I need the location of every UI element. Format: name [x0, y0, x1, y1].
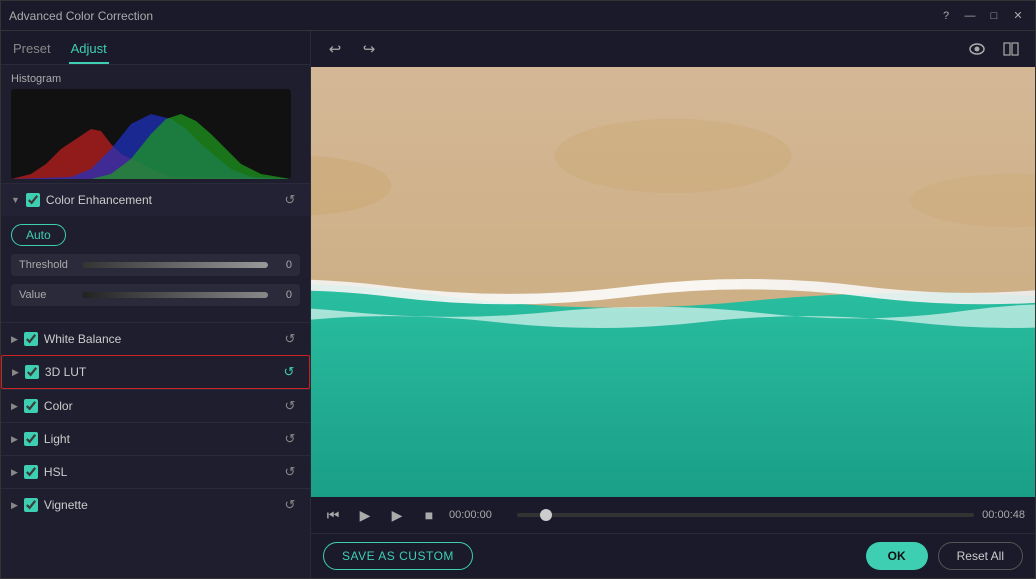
chevron-right-vignette-icon: ▶ — [11, 500, 18, 511]
progress-thumb[interactable] — [540, 509, 552, 521]
end-time: 00:00:48 — [982, 509, 1025, 521]
main-content: Preset Adjust Histogram — [1, 31, 1035, 578]
3d-lut-checkbox[interactable] — [25, 365, 39, 379]
step-back-button[interactable]: ⏮ — [321, 503, 345, 527]
close-button[interactable]: ✕ — [1009, 7, 1027, 25]
current-time: 00:00:00 — [449, 509, 509, 521]
ok-button[interactable]: OK — [866, 542, 928, 570]
playback-bar: ⏮ ▶ ▶ ■ 00:00:00 00:00:48 — [311, 497, 1035, 533]
tab-preset[interactable]: Preset — [11, 37, 53, 64]
threshold-slider-container: Threshold 0 — [11, 254, 300, 276]
minimize-button[interactable]: — — [961, 7, 979, 25]
histogram-section: Histogram — [1, 65, 310, 183]
video-toolbar: ↩ ↪ — [311, 31, 1035, 67]
beach-scene-svg — [311, 67, 1035, 497]
value-slider-container: Value 0 — [11, 284, 300, 306]
chevron-right-color-icon: ▶ — [11, 401, 18, 412]
video-preview-area — [311, 67, 1035, 497]
white-balance-label: White Balance — [44, 332, 121, 346]
window-title: Advanced Color Correction — [9, 9, 153, 23]
tab-adjust[interactable]: Adjust — [69, 37, 109, 64]
view-controls-group — [963, 35, 1025, 63]
compare-icon — [1003, 42, 1019, 56]
color-enhancement-left: ▼ Color Enhancement — [11, 193, 152, 207]
histogram-canvas — [11, 89, 291, 179]
light-left: ▶ Light — [11, 432, 70, 446]
bottom-right-buttons: OK Reset All — [866, 542, 1023, 570]
eye-button[interactable] — [963, 35, 991, 63]
color-enhancement-header[interactable]: ▼ Color Enhancement ↺ — [1, 183, 310, 216]
hsl-label: HSL — [44, 465, 67, 479]
sidebar-item-white-balance[interactable]: ▶ White Balance ↺ — [1, 322, 310, 355]
undo-redo-group: ↩ ↪ — [321, 35, 383, 63]
titlebar: Advanced Color Correction ? — □ ✕ — [1, 1, 1035, 31]
value-display: 0 — [276, 289, 292, 301]
panel-scroll[interactable]: Histogram ▼ — [1, 65, 310, 578]
light-label: Light — [44, 432, 70, 446]
color-label: Color — [44, 399, 73, 413]
3d-lut-left: ▶ 3D LUT — [12, 365, 86, 379]
undo-button[interactable]: ↩ — [321, 35, 349, 63]
compare-button[interactable] — [997, 35, 1025, 63]
progress-track[interactable] — [517, 513, 974, 517]
value-slider-row: Value 0 — [11, 284, 300, 306]
help-button[interactable]: ? — [937, 7, 955, 25]
hsl-checkbox[interactable] — [24, 465, 38, 479]
3d-lut-label: 3D LUT — [45, 365, 86, 379]
sidebar-item-hsl[interactable]: ▶ HSL ↺ — [1, 455, 310, 488]
threshold-slider-row: Threshold 0 — [11, 254, 300, 276]
color-enhancement-checkbox[interactable] — [26, 193, 40, 207]
chevron-right-light-icon: ▶ — [11, 434, 18, 445]
stop-button[interactable]: ■ — [417, 503, 441, 527]
sidebar-item-3d-lut[interactable]: ▶ 3D LUT ↺ — [1, 355, 310, 389]
histogram-label: Histogram — [11, 73, 300, 85]
value-label: Value — [19, 289, 74, 301]
color-enhancement-reset-button[interactable]: ↺ — [280, 190, 300, 210]
color-left: ▶ Color — [11, 399, 73, 413]
threshold-value: 0 — [276, 259, 292, 271]
white-balance-left: ▶ White Balance — [11, 332, 121, 346]
maximize-button[interactable]: □ — [985, 7, 1003, 25]
color-enhancement-body: Auto Threshold 0 Value — [1, 216, 310, 322]
sidebar-item-light[interactable]: ▶ Light ↺ — [1, 422, 310, 455]
save-as-custom-button[interactable]: SAVE AS CUSTOM — [323, 542, 473, 570]
eye-icon — [969, 43, 985, 55]
vignette-label: Vignette — [44, 498, 88, 512]
3d-lut-reset-button[interactable]: ↺ — [279, 362, 299, 382]
threshold-slider-track[interactable] — [82, 262, 268, 268]
color-reset-button[interactable]: ↺ — [280, 396, 300, 416]
vignette-reset-button[interactable]: ↺ — [280, 495, 300, 515]
redo-button[interactable]: ↪ — [355, 35, 383, 63]
sidebar-item-vignette[interactable]: ▶ Vignette ↺ — [1, 488, 310, 521]
color-enhancement-label: Color Enhancement — [46, 193, 152, 207]
reset-all-button[interactable]: Reset All — [938, 542, 1023, 570]
light-reset-button[interactable]: ↺ — [280, 429, 300, 449]
white-balance-reset-button[interactable]: ↺ — [280, 329, 300, 349]
vignette-checkbox[interactable] — [24, 498, 38, 512]
value-slider-track[interactable] — [82, 292, 268, 298]
chevron-right-hsl-icon: ▶ — [11, 467, 18, 478]
play-alt-button[interactable]: ▶ — [385, 503, 409, 527]
threshold-label: Threshold — [19, 259, 74, 271]
chevron-right-icon: ▶ — [11, 334, 18, 345]
light-checkbox[interactable] — [24, 432, 38, 446]
bottom-bar: SAVE AS CUSTOM OK Reset All — [311, 533, 1035, 578]
right-panel: ↩ ↪ — [311, 31, 1035, 578]
hsl-left: ▶ HSL — [11, 465, 67, 479]
histogram-svg — [11, 89, 291, 179]
hsl-reset-button[interactable]: ↺ — [280, 462, 300, 482]
tabs-bar: Preset Adjust — [1, 31, 310, 65]
main-window: Advanced Color Correction ? — □ ✕ Preset… — [0, 0, 1036, 579]
vignette-left: ▶ Vignette — [11, 498, 88, 512]
left-panel: Preset Adjust Histogram — [1, 31, 311, 578]
color-checkbox[interactable] — [24, 399, 38, 413]
auto-button[interactable]: Auto — [11, 224, 66, 246]
sidebar-item-color[interactable]: ▶ Color ↺ — [1, 389, 310, 422]
chevron-down-icon: ▼ — [11, 195, 20, 205]
chevron-right-3dlut-icon: ▶ — [12, 367, 19, 378]
play-button[interactable]: ▶ — [353, 503, 377, 527]
window-controls: ? — □ ✕ — [937, 7, 1027, 25]
white-balance-checkbox[interactable] — [24, 332, 38, 346]
